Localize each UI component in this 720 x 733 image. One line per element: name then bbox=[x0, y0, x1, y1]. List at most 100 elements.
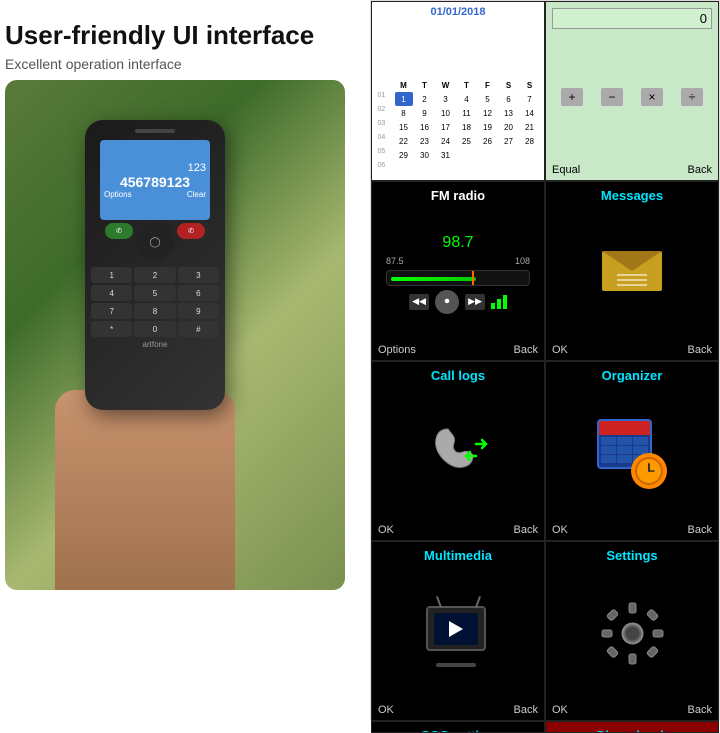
calc-footer: Equal Back bbox=[552, 164, 712, 176]
settings-gear-icon bbox=[600, 601, 665, 666]
brand-name: artfone bbox=[143, 340, 168, 349]
screen-messages: Messages OK Back bbox=[545, 181, 719, 361]
settings-footer: OK Back bbox=[552, 704, 712, 716]
screen-labels: Options Clear bbox=[100, 190, 210, 199]
settings-title: Settings bbox=[606, 548, 657, 563]
key-4[interactable]: 4 bbox=[91, 285, 132, 301]
tv-leg bbox=[436, 663, 476, 667]
screen-sos: SOS setting SOS OK Back bbox=[371, 721, 545, 733]
multimedia-ok-button[interactable]: OK bbox=[378, 704, 394, 716]
calendar-date: 01/01/2018 bbox=[430, 6, 485, 18]
messages-ok-button[interactable]: OK bbox=[552, 344, 568, 356]
right-panel: 01/01/2018 M T W T F S S 01 1 2 3 4 5 6 … bbox=[370, 0, 720, 720]
fm-next-button[interactable]: ▶▶ bbox=[465, 294, 485, 310]
call-logs-title: Call logs bbox=[431, 368, 485, 383]
key-1[interactable]: 1 bbox=[91, 267, 132, 283]
call-button[interactable]: ✆ bbox=[105, 223, 133, 239]
phone-device: 123 456789123 Options Clear ✆ ◯ ✆ 1 2 3 bbox=[85, 120, 225, 410]
fm-prev-button[interactable]: ◀◀ bbox=[409, 294, 429, 310]
key-6[interactable]: 6 bbox=[178, 285, 219, 301]
envelope-body bbox=[602, 251, 662, 291]
key-9[interactable]: 9 bbox=[178, 303, 219, 319]
tv-screen bbox=[434, 613, 478, 645]
screen-organizer: Organizer bbox=[545, 361, 719, 541]
screen-settings: Settings OK Back bbox=[545, 541, 719, 721]
screen-phonebook: Phonebook OK Back bbox=[545, 721, 719, 733]
messages-content bbox=[552, 203, 712, 344]
multimedia-back-button[interactable]: Back bbox=[514, 704, 538, 716]
envelope-flap bbox=[602, 251, 662, 271]
call-logs-footer: OK Back bbox=[378, 524, 538, 536]
left-panel: User-friendly UI interface Excellent ope… bbox=[0, 0, 370, 720]
phone-photo: 123 456789123 Options Clear ✆ ◯ ✆ 1 2 3 bbox=[5, 80, 345, 590]
messages-title: Messages bbox=[601, 188, 663, 203]
op-divide[interactable]: ÷ bbox=[681, 88, 703, 106]
cal-row-2: 02 8 9 10 11 12 13 14 bbox=[376, 106, 540, 120]
organizer-back-button[interactable]: Back bbox=[688, 524, 712, 536]
key-3[interactable]: 3 bbox=[178, 267, 219, 283]
phonebook-title: Phonebook bbox=[597, 728, 668, 733]
envelope-lines bbox=[617, 274, 647, 286]
org-clock bbox=[631, 453, 667, 489]
phone-screen: 123 456789123 Options Clear bbox=[100, 140, 210, 220]
organizer-content bbox=[552, 383, 712, 524]
fm-options-button[interactable]: Options bbox=[378, 344, 416, 356]
key-0[interactable]: 0 bbox=[134, 321, 175, 337]
fm-indicator bbox=[472, 271, 474, 285]
call-logs-back-button[interactable]: Back bbox=[514, 524, 538, 536]
fm-play-button[interactable]: ⏺ bbox=[435, 290, 459, 314]
clock-face bbox=[635, 457, 663, 485]
organizer-icon bbox=[597, 419, 667, 489]
phone-keypad: 1 2 3 4 5 6 7 8 9 * 0 # bbox=[91, 267, 219, 337]
org-cal-header bbox=[599, 421, 650, 435]
clear-label: Clear bbox=[187, 190, 206, 199]
fm-frequency: 98.7 bbox=[442, 234, 473, 252]
fm-max: 108 bbox=[515, 256, 530, 266]
fm-signal bbox=[491, 295, 507, 309]
settings-ok-button[interactable]: OK bbox=[552, 704, 568, 716]
multimedia-icon bbox=[426, 606, 491, 661]
fm-title: FM radio bbox=[431, 188, 485, 203]
messages-icon bbox=[602, 251, 662, 296]
screen-calculator: 0 + − × ÷ Equal Back bbox=[545, 1, 719, 181]
key-5[interactable]: 5 bbox=[134, 285, 175, 301]
play-icon bbox=[449, 621, 463, 637]
key-8[interactable]: 8 bbox=[134, 303, 175, 319]
organizer-footer: OK Back bbox=[552, 524, 712, 536]
key-star[interactable]: * bbox=[91, 321, 132, 337]
tv-body bbox=[426, 606, 486, 651]
multimedia-content bbox=[378, 563, 538, 704]
cal-row-1: 01 1 2 3 4 5 6 7 bbox=[376, 92, 540, 106]
op-minus[interactable]: − bbox=[601, 88, 623, 106]
key-7[interactable]: 7 bbox=[91, 303, 132, 319]
call-logs-ok-button[interactable]: OK bbox=[378, 524, 394, 536]
fm-back-button[interactable]: Back bbox=[514, 344, 538, 356]
calc-operators: + − × ÷ bbox=[552, 88, 712, 106]
screen-fm-radio: FM radio 98.7 87.5 108 ◀◀ ⏺ ▶▶ bbox=[371, 181, 545, 361]
screen-number-main: 456789123 bbox=[120, 174, 190, 190]
multimedia-footer: OK Back bbox=[378, 704, 538, 716]
op-multiply[interactable]: × bbox=[641, 88, 663, 106]
op-plus[interactable]: + bbox=[561, 88, 583, 106]
nav-dpad[interactable]: ◯ bbox=[136, 223, 174, 261]
fm-controls: ◀◀ ⏺ ▶▶ bbox=[409, 290, 507, 314]
phone-speaker bbox=[135, 129, 175, 133]
key-2[interactable]: 2 bbox=[134, 267, 175, 283]
hand-background bbox=[55, 390, 235, 590]
cal-row-3: 03 15 16 17 18 19 20 21 bbox=[376, 120, 540, 134]
organizer-ok-button[interactable]: OK bbox=[552, 524, 568, 536]
cal-row-5: 05 29 30 31 bbox=[376, 148, 540, 162]
calc-back-button[interactable]: Back bbox=[688, 164, 712, 176]
call-logs-icon bbox=[423, 419, 493, 489]
fm-footer: Options Back bbox=[378, 344, 538, 356]
fm-content: 98.7 87.5 108 ◀◀ ⏺ ▶▶ bbox=[378, 203, 538, 344]
equal-button[interactable]: Equal bbox=[552, 164, 580, 176]
end-button[interactable]: ✆ bbox=[177, 223, 205, 239]
key-hash[interactable]: # bbox=[178, 321, 219, 337]
fm-min: 87.5 bbox=[386, 256, 404, 266]
settings-back-button[interactable]: Back bbox=[688, 704, 712, 716]
messages-back-button[interactable]: Back bbox=[688, 344, 712, 356]
settings-content bbox=[552, 563, 712, 704]
call-logs-content bbox=[378, 383, 538, 524]
organizer-title: Organizer bbox=[602, 368, 663, 383]
